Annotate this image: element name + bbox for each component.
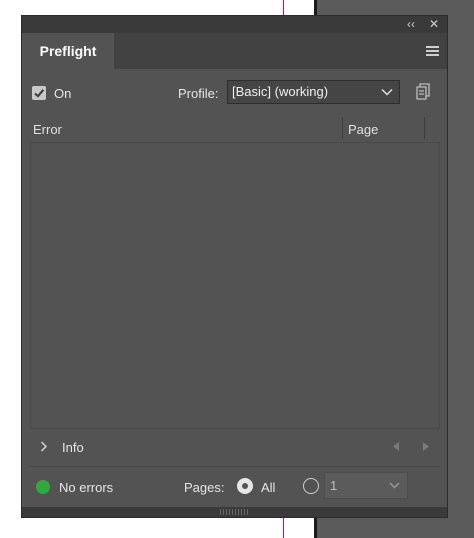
- pages-range-radio[interactable]: [303, 478, 319, 494]
- on-checkbox[interactable]: [32, 86, 46, 100]
- info-label[interactable]: Info: [62, 440, 84, 455]
- status-bar: No errors Pages: All 1: [22, 472, 447, 501]
- profile-value: [Basic] (working): [232, 84, 329, 99]
- error-list-header: Error Page: [30, 115, 440, 141]
- info-section: Info: [30, 434, 440, 460]
- panel-titlebar[interactable]: ‹‹ ✕: [22, 16, 447, 33]
- panel-bottom-bar: [22, 507, 447, 517]
- column-header-error[interactable]: Error: [33, 122, 62, 137]
- tab-preflight[interactable]: Preflight: [22, 33, 114, 69]
- column-divider[interactable]: [424, 117, 425, 139]
- chevron-right-icon[interactable]: [40, 441, 48, 452]
- profile-label: Profile:: [178, 86, 219, 101]
- range-value: 1: [330, 478, 338, 493]
- triangle-left-icon[interactable]: [392, 441, 400, 452]
- collapse-panel-icon[interactable]: ‹‹: [403, 17, 419, 32]
- divider: [30, 466, 440, 467]
- status-text: No errors: [59, 480, 114, 495]
- chevron-down-icon: [389, 482, 400, 489]
- error-list[interactable]: [30, 142, 440, 429]
- profile-definition-icon[interactable]: [414, 82, 434, 102]
- status-indicator: [36, 480, 50, 494]
- chevron-down-icon: [381, 88, 393, 96]
- column-header-page[interactable]: Page: [348, 122, 378, 137]
- column-divider[interactable]: [342, 117, 343, 139]
- preflight-panel: ‹‹ ✕ Preflight On Profile: [Basic] (work…: [22, 16, 447, 517]
- panel-tab-row: Preflight: [22, 33, 447, 69]
- profile-dropdown[interactable]: [Basic] (working): [227, 80, 400, 104]
- pages-range-input[interactable]: 1: [324, 472, 408, 499]
- resize-grip[interactable]: [220, 509, 248, 515]
- pages-all-label[interactable]: All: [261, 480, 275, 495]
- pages-label: Pages:: [184, 480, 225, 495]
- triangle-right-icon[interactable]: [422, 441, 430, 452]
- checkmark-icon: [34, 89, 45, 98]
- pages-all-radio[interactable]: [237, 478, 253, 494]
- on-label: On: [54, 86, 72, 101]
- close-icon[interactable]: ✕: [426, 17, 442, 32]
- panel-menu-icon[interactable]: [426, 46, 439, 56]
